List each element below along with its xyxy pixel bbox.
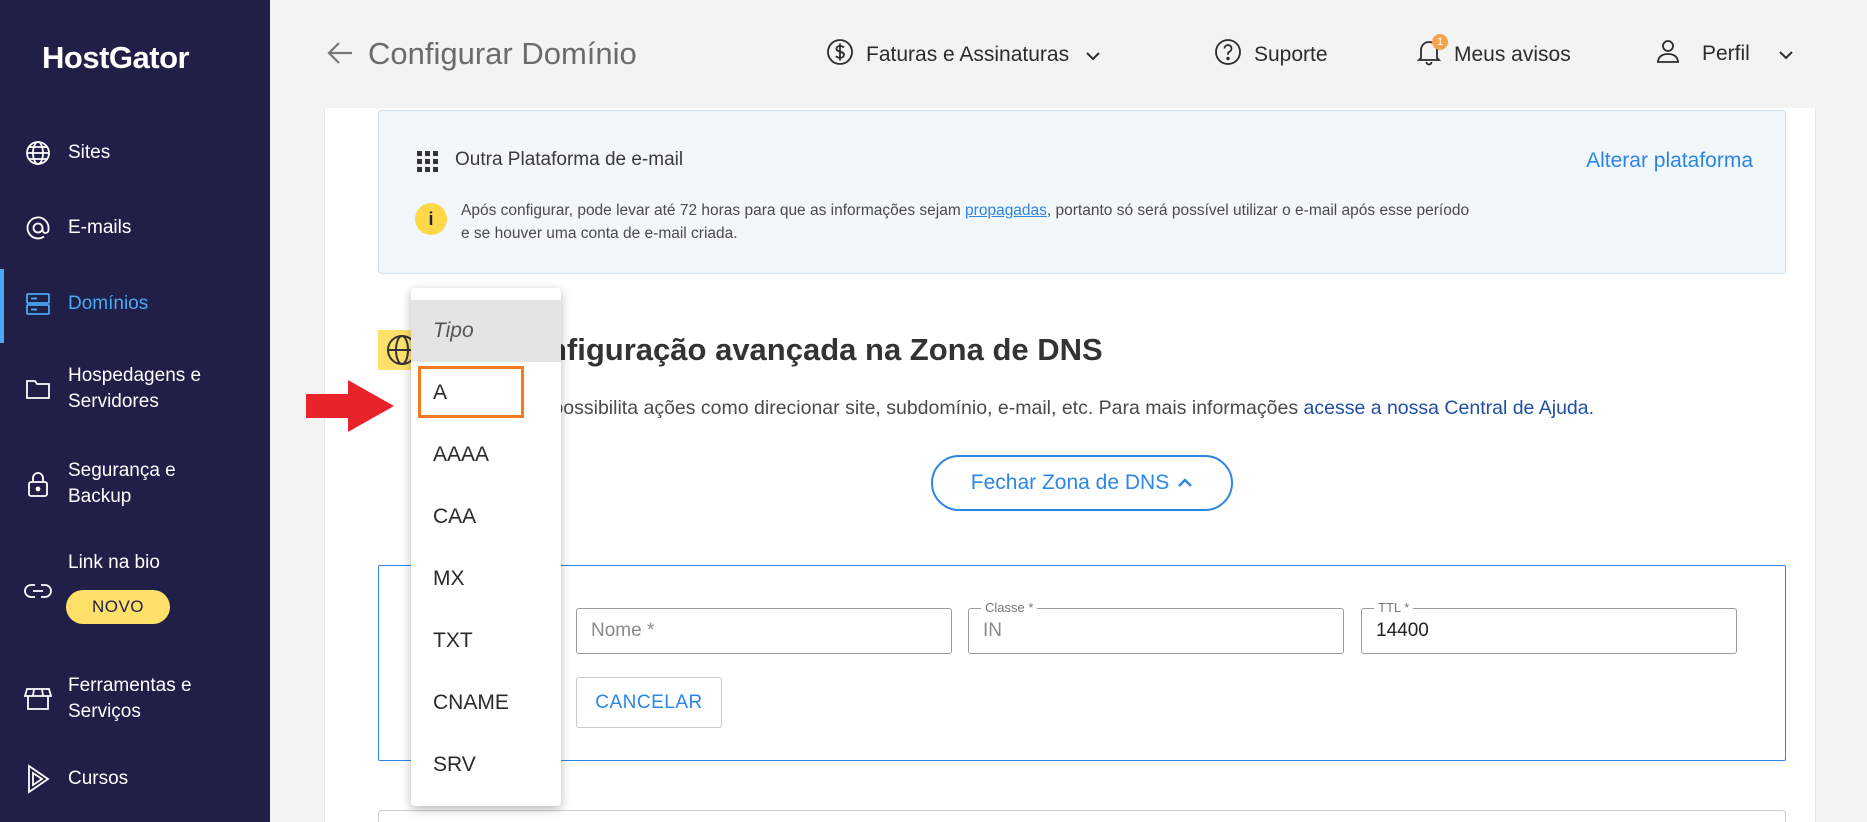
user-icon bbox=[1656, 38, 1680, 70]
sidebar-item-seguranca[interactable]: Segurança e Backup bbox=[0, 458, 270, 510]
chevron-up-icon bbox=[1177, 478, 1193, 488]
globe-icon bbox=[387, 335, 417, 365]
dns-desc-text: S possibilita ações como direcionar site… bbox=[534, 397, 1304, 419]
record-type-dropdown: Tipo A AAAA CAA MX TXT CNAME SRV bbox=[411, 288, 561, 806]
back-arrow-icon[interactable] bbox=[326, 40, 354, 71]
lock-icon bbox=[24, 470, 52, 498]
sidebar-item-label: Cursos bbox=[68, 768, 129, 789]
globe-icon bbox=[24, 139, 52, 167]
red-arrow-icon bbox=[306, 380, 394, 437]
email-platform-title: Outra Plataforma de e-mail bbox=[455, 149, 684, 170]
top-header: Configurar Domínio Faturas e Assinaturas… bbox=[270, 0, 1867, 108]
info-text-part: Após configurar, pode levar até 72 horas… bbox=[461, 202, 966, 219]
bell-icon: 1 bbox=[1416, 34, 1448, 72]
help-circle-icon bbox=[1214, 38, 1242, 72]
hostgator-logo[interactable]: HostGator bbox=[42, 40, 190, 76]
grid-icon bbox=[417, 151, 439, 178]
sidebar-item-label: Sites bbox=[68, 142, 111, 163]
notices-link[interactable]: 1 Meus avisos bbox=[1416, 34, 1571, 72]
store-icon bbox=[24, 685, 52, 713]
dns-record-form bbox=[378, 565, 1786, 761]
notification-count-badge: 1 bbox=[1432, 34, 1448, 50]
sidebar-item-label-2: Servidores bbox=[68, 391, 159, 412]
email-platform-panel: Outra Plataforma de e-mail Alterar plata… bbox=[378, 110, 1786, 274]
cancel-button[interactable]: CANCELAR bbox=[576, 677, 722, 728]
dropdown-option-srv[interactable]: SRV bbox=[411, 734, 561, 796]
dns-globe-icon-box bbox=[378, 330, 417, 370]
dns-section-title: nfiguração avançada na Zona de DNS bbox=[548, 332, 1103, 367]
profile-menu[interactable]: Perfil bbox=[1656, 38, 1794, 70]
sidebar-item-label: Ferramentas e bbox=[68, 675, 192, 696]
info-text-part: , portanto só será possível utilizar o e… bbox=[1046, 202, 1470, 219]
sidebar-item-label: E-mails bbox=[68, 217, 132, 238]
next-section-panel bbox=[378, 810, 1786, 822]
support-link[interactable]: Suporte bbox=[1214, 38, 1328, 72]
sidebar-item-label: Hospedagens e bbox=[68, 365, 202, 386]
sidebar-item-hospedagens[interactable]: Hospedagens e Servidores bbox=[0, 363, 270, 415]
support-label: Suporte bbox=[1254, 43, 1328, 66]
dropdown-option-aaaa[interactable]: AAAA bbox=[411, 424, 561, 486]
sidebar-item-sites[interactable]: Sites bbox=[0, 140, 270, 166]
sidebar: HostGator Sites E-mails Domínios Hospeda… bbox=[0, 0, 270, 822]
help-center-link[interactable]: acesse a nossa Central de Ajuda. bbox=[1304, 397, 1595, 419]
dollar-circle-icon bbox=[826, 38, 854, 72]
sidebar-item-ferramentas[interactable]: Ferramentas e Serviços bbox=[0, 673, 270, 725]
sidebar-item-emails[interactable]: E-mails bbox=[0, 215, 270, 241]
at-sign-icon bbox=[24, 214, 52, 242]
sidebar-item-label-2: Serviços bbox=[68, 701, 141, 722]
info-text-line2: e se houver uma conta de e-mail criada. bbox=[461, 225, 738, 242]
page-title: Configurar Domínio bbox=[368, 36, 637, 71]
server-list-icon bbox=[24, 290, 52, 318]
ttl-input[interactable] bbox=[1362, 609, 1736, 653]
propagated-link[interactable]: propagadas bbox=[965, 202, 1047, 219]
class-label: Classe * bbox=[981, 600, 1038, 615]
ttl-label: TTL * bbox=[1374, 600, 1414, 615]
profile-label: Perfil bbox=[1702, 42, 1750, 65]
folder-icon bbox=[24, 375, 52, 403]
sidebar-item-label: Link na bio bbox=[68, 552, 160, 573]
change-platform-link[interactable]: Alterar plataforma bbox=[1586, 149, 1753, 173]
name-input[interactable] bbox=[577, 609, 951, 653]
propagation-info-text: Após configurar, pode levar até 72 horas… bbox=[461, 199, 1661, 245]
sidebar-item-label-2: Backup bbox=[68, 486, 132, 507]
sidebar-item-cursos[interactable]: Cursos bbox=[0, 764, 270, 794]
close-dns-zone-button[interactable]: Fechar Zona de DNS bbox=[931, 455, 1233, 511]
notices-label: Meus avisos bbox=[1454, 43, 1571, 66]
dropdown-option-a[interactable]: A bbox=[411, 362, 561, 424]
invoices-label: Faturas e Assinaturas bbox=[866, 43, 1070, 66]
novo-badge: NOVO bbox=[66, 590, 170, 624]
sidebar-item-dominios[interactable]: Domínios bbox=[0, 269, 270, 343]
dns-section-description: S possibilita ações como direcionar site… bbox=[534, 397, 1594, 420]
dropdown-option-mx[interactable]: MX bbox=[411, 548, 561, 610]
dropdown-option-caa[interactable]: CAA bbox=[411, 486, 561, 548]
play-icon bbox=[24, 764, 52, 794]
dropdown-header-tipo: Tipo bbox=[411, 300, 561, 362]
info-icon: i bbox=[415, 203, 447, 235]
class-input[interactable] bbox=[969, 609, 1343, 653]
class-field[interactable]: Classe * bbox=[968, 600, 1344, 654]
close-dns-label: Fechar Zona de DNS bbox=[970, 471, 1170, 494]
chevron-down-icon bbox=[1778, 42, 1794, 66]
sidebar-item-label: Segurança e bbox=[68, 460, 176, 481]
invoices-menu[interactable]: Faturas e Assinaturas bbox=[826, 38, 1101, 72]
name-field[interactable] bbox=[576, 608, 952, 654]
dropdown-option-cname[interactable]: CNAME bbox=[411, 672, 561, 734]
sidebar-item-label: Domínios bbox=[68, 293, 149, 314]
chevron-down-icon bbox=[1085, 43, 1101, 67]
dropdown-option-txt[interactable]: TXT bbox=[411, 610, 561, 672]
sidebar-item-link-na-bio[interactable]: Link na bio bbox=[0, 550, 270, 576]
link-icon bbox=[24, 577, 52, 605]
ttl-field[interactable]: TTL * bbox=[1361, 600, 1737, 654]
